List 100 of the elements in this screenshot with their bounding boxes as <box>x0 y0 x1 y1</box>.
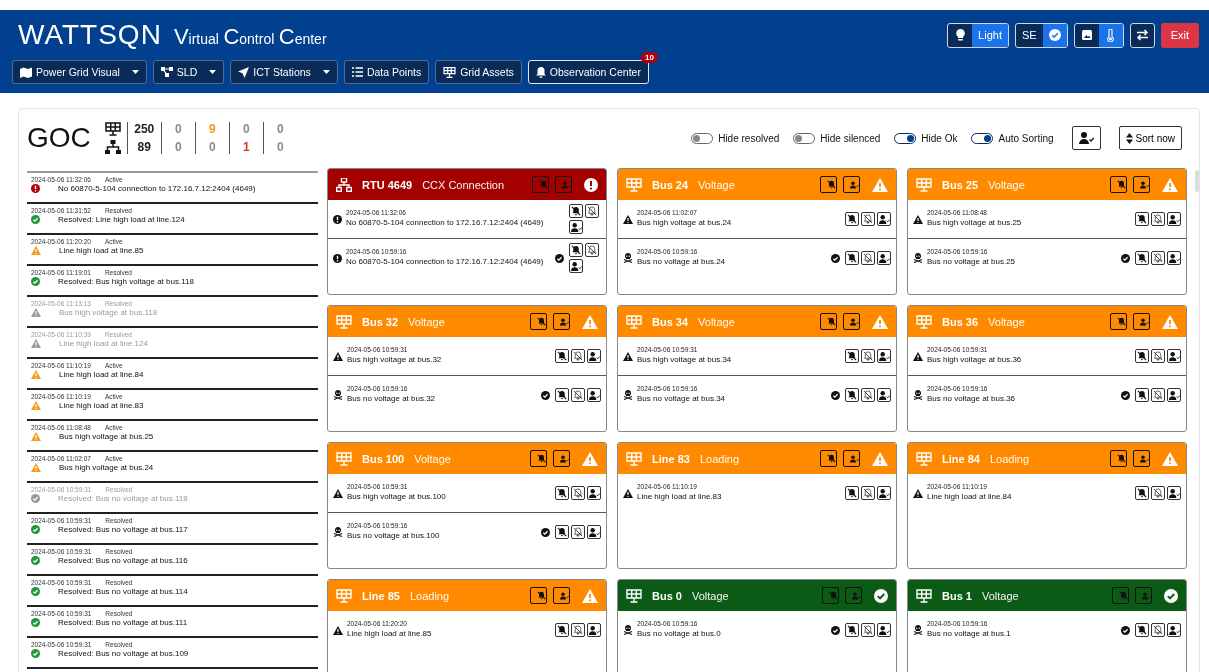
mute-button[interactable] <box>1151 251 1165 265</box>
mute-button[interactable] <box>571 623 585 637</box>
silence-button[interactable] <box>569 204 583 218</box>
assign-button[interactable] <box>1133 313 1150 330</box>
assign-button[interactable] <box>1133 176 1150 193</box>
silence-button[interactable] <box>1135 486 1149 500</box>
mute-button[interactable] <box>585 204 599 218</box>
assign-button[interactable] <box>877 349 891 363</box>
silence-button[interactable] <box>1110 313 1127 330</box>
mute-button[interactable] <box>585 243 599 257</box>
sort-button[interactable]: Sort now <box>1118 126 1182 150</box>
assign-button[interactable] <box>553 313 570 330</box>
mute-button[interactable] <box>1151 623 1165 637</box>
assign-button[interactable] <box>877 388 891 402</box>
mute-button[interactable] <box>1151 388 1165 402</box>
assign-button[interactable] <box>1071 126 1101 150</box>
silence-button[interactable] <box>820 450 837 467</box>
silence-button[interactable] <box>555 623 569 637</box>
mute-button[interactable] <box>571 388 585 402</box>
assign-button[interactable] <box>877 486 891 500</box>
nav-button[interactable]: Data Points <box>343 60 430 84</box>
assign-button[interactable] <box>1167 486 1181 500</box>
silence-button[interactable] <box>845 388 859 402</box>
silence-button[interactable] <box>555 349 569 363</box>
assign-button[interactable] <box>587 388 601 402</box>
silence-button[interactable] <box>555 388 569 402</box>
assign-button[interactable] <box>843 313 860 330</box>
user-check-icon <box>588 625 600 635</box>
mute-button[interactable] <box>861 349 875 363</box>
bell-slash-icon <box>571 245 581 255</box>
assign-button[interactable] <box>1167 349 1181 363</box>
bell-slash-icon <box>1153 351 1163 361</box>
assign-button[interactable] <box>843 450 860 467</box>
swap-button[interactable] <box>1129 22 1155 48</box>
mute-button[interactable] <box>861 251 875 265</box>
assign-button[interactable] <box>1167 388 1181 402</box>
assign-button[interactable] <box>1167 623 1181 637</box>
event-message: Line high load at line.85 <box>59 246 144 255</box>
view-toggle[interactable] <box>1073 22 1124 48</box>
user-check-icon <box>878 625 890 635</box>
mute-button[interactable] <box>571 349 585 363</box>
count-value: 0 <box>242 122 250 136</box>
silence-button[interactable] <box>845 486 859 500</box>
silence-button[interactable] <box>1135 349 1149 363</box>
exit-button[interactable]: Exit <box>1160 22 1199 48</box>
silence-button[interactable] <box>1135 388 1149 402</box>
mute-button[interactable] <box>571 486 585 500</box>
assign-button[interactable] <box>877 623 891 637</box>
mute-button[interactable] <box>1151 212 1165 226</box>
silence-button[interactable] <box>1135 623 1149 637</box>
assign-button[interactable] <box>877 212 891 226</box>
mute-button[interactable] <box>861 486 875 500</box>
assign-button[interactable] <box>553 450 570 467</box>
scrollbar[interactable] <box>1195 170 1199 192</box>
mute-button[interactable] <box>861 212 875 226</box>
user-check-icon <box>850 453 859 464</box>
assign-button[interactable] <box>569 220 583 234</box>
silence-button[interactable] <box>555 486 569 500</box>
assign-button[interactable] <box>553 587 570 604</box>
silence-button[interactable] <box>555 525 569 539</box>
mute-button[interactable] <box>1151 486 1165 500</box>
theme-toggle[interactable]: Light <box>947 22 1009 48</box>
assign-button[interactable] <box>569 259 583 273</box>
silence-button[interactable] <box>1135 251 1149 265</box>
assign-button[interactable] <box>843 176 860 193</box>
assign-button[interactable] <box>587 525 601 539</box>
assign-button[interactable] <box>587 623 601 637</box>
bell-slash-icon <box>1153 488 1163 498</box>
mute-button[interactable] <box>1151 349 1165 363</box>
assign-button[interactable] <box>587 486 601 500</box>
nav-button[interactable]: Grid Assets <box>435 60 522 84</box>
mute-button[interactable] <box>861 623 875 637</box>
nav-button[interactable]: Observation Center <box>527 60 649 84</box>
se-toggle[interactable]: SE <box>1014 22 1068 48</box>
silence-button[interactable] <box>820 313 837 330</box>
nav-button[interactable]: SLD <box>152 60 225 84</box>
silence-button[interactable] <box>845 623 859 637</box>
assign-button[interactable] <box>1133 450 1150 467</box>
event-message: Bus no voltage at bus.100 <box>347 530 441 542</box>
silence-button[interactable] <box>820 176 837 193</box>
silence-button[interactable] <box>530 313 547 330</box>
nav-button[interactable]: Power Grid Visual <box>12 60 147 84</box>
nav-button[interactable]: ICT Stations <box>230 60 338 84</box>
silence-button[interactable] <box>845 212 859 226</box>
assign-button[interactable] <box>1167 251 1181 265</box>
silence-button[interactable] <box>530 587 547 604</box>
silence-button[interactable] <box>1135 212 1149 226</box>
silence-button[interactable] <box>569 243 583 257</box>
mute-button[interactable] <box>571 525 585 539</box>
silence-button[interactable] <box>530 450 547 467</box>
assign-button[interactable] <box>877 251 891 265</box>
silence-button[interactable] <box>845 349 859 363</box>
user-check-icon <box>1078 132 1094 144</box>
silence-button[interactable] <box>1110 450 1127 467</box>
mute-button[interactable] <box>861 388 875 402</box>
bell-slash-icon <box>1137 214 1147 224</box>
assign-button[interactable] <box>587 349 601 363</box>
silence-button[interactable] <box>1110 176 1127 193</box>
assign-button[interactable] <box>1167 212 1181 226</box>
silence-button[interactable] <box>845 251 859 265</box>
